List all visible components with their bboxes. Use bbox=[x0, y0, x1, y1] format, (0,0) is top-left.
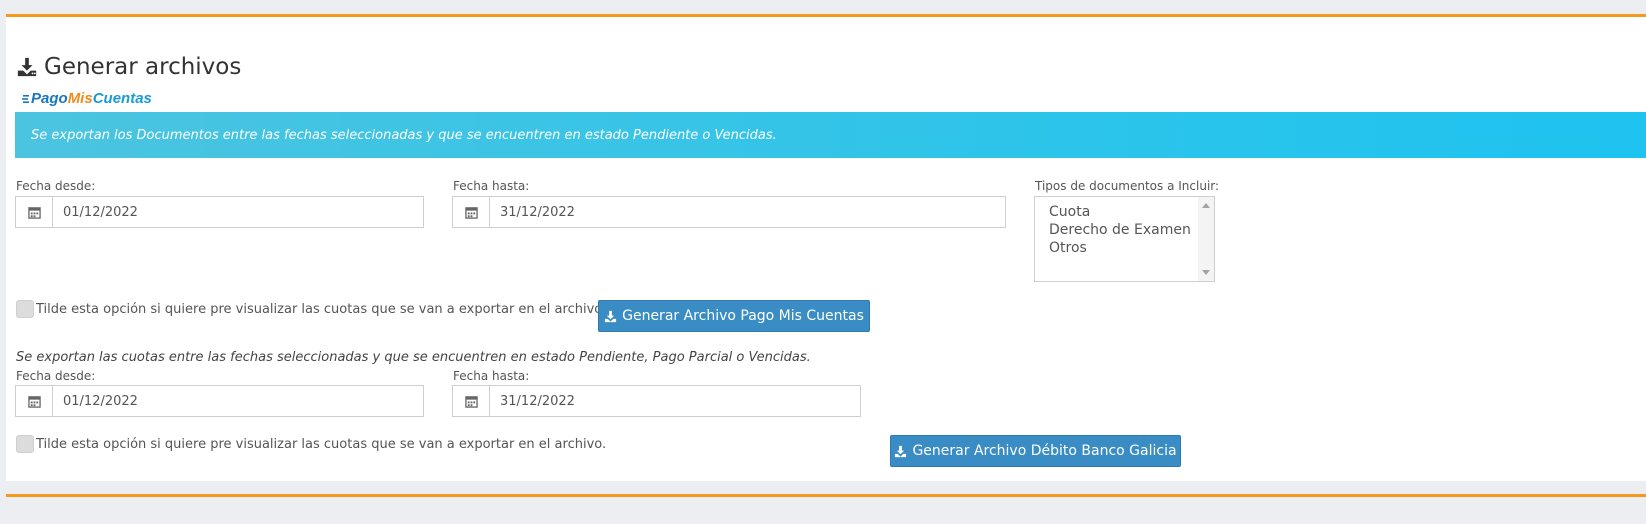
doc-type-option[interactable]: Cuota bbox=[1035, 203, 1191, 221]
download-icon bbox=[17, 57, 37, 77]
calendar-icon[interactable] bbox=[16, 197, 53, 227]
page-title: Generar archivos bbox=[16, 52, 241, 82]
scroll-up-icon[interactable] bbox=[1202, 203, 1210, 208]
pagomiscuentas-logo: PagoMisCuentas bbox=[22, 90, 152, 107]
galicia-info-text: Se exportan las cuotas entre las fechas … bbox=[16, 350, 811, 365]
generate-pmc-button[interactable]: Generar Archivo Pago Mis Cuentas bbox=[598, 300, 870, 332]
pmc-date-from-label: Fecha desde: bbox=[16, 179, 96, 193]
pmc-preview-option[interactable]: Tilde esta opción si quiere pre visualiz… bbox=[16, 300, 606, 318]
listbox-scrollbar[interactable] bbox=[1198, 197, 1214, 281]
generate-pmc-button-label: Generar Archivo Pago Mis Cuentas bbox=[622, 308, 864, 324]
galicia-preview-label: Tilde esta opción si quiere pre visualiz… bbox=[36, 436, 607, 452]
generate-galicia-button[interactable]: Generar Archivo Débito Banco Galicia bbox=[890, 435, 1181, 467]
pmc-info-text: Se exportan los Documentos entre las fec… bbox=[31, 127, 777, 143]
pmc-preview-label: Tilde esta opción si quiere pre visualiz… bbox=[36, 301, 607, 317]
pmc-preview-checkbox[interactable] bbox=[16, 300, 34, 318]
galicia-preview-option[interactable]: Tilde esta opción si quiere pre visualiz… bbox=[16, 435, 606, 453]
galicia-date-from-label: Fecha desde: bbox=[16, 369, 96, 383]
calendar-icon[interactable] bbox=[453, 197, 490, 227]
galicia-date-to-input[interactable]: 31/12/2022 bbox=[490, 386, 860, 416]
doc-type-option[interactable]: Derecho de Examen bbox=[1035, 221, 1191, 239]
logo-text-mis: Mis bbox=[67, 90, 93, 107]
download-icon bbox=[895, 445, 907, 457]
scroll-down-icon[interactable] bbox=[1202, 270, 1210, 275]
doc-type-option[interactable]: Otros bbox=[1035, 239, 1191, 257]
pmc-date-to-field[interactable]: 31/12/2022 bbox=[452, 196, 1006, 228]
pmc-date-to-input[interactable]: 31/12/2022 bbox=[490, 197, 1005, 227]
pmc-date-from-field[interactable]: 01/12/2022 bbox=[15, 196, 424, 228]
logo-text-pago: Pago bbox=[31, 90, 68, 107]
galicia-preview-checkbox[interactable] bbox=[16, 435, 34, 453]
pmc-date-from-input[interactable]: 01/12/2022 bbox=[53, 197, 423, 227]
doc-types-listbox[interactable]: Cuota Derecho de Examen Otros bbox=[1034, 196, 1215, 282]
calendar-icon[interactable] bbox=[453, 386, 490, 416]
doc-types-label: Tipos de documentos a Incluir: bbox=[1035, 179, 1220, 193]
logo-text-cuentas: Cuentas bbox=[92, 90, 152, 107]
pmc-date-to-label: Fecha hasta: bbox=[453, 179, 530, 193]
logo-lines-icon bbox=[22, 94, 29, 103]
page-title-text: Generar archivos bbox=[44, 54, 242, 80]
galicia-date-to-label: Fecha hasta: bbox=[453, 369, 530, 383]
galicia-date-from-input[interactable]: 01/12/2022 bbox=[53, 386, 423, 416]
next-panel-border bbox=[6, 494, 1646, 497]
galicia-date-from-field[interactable]: 01/12/2022 bbox=[15, 385, 424, 417]
pmc-info-banner: Se exportan los Documentos entre las fec… bbox=[15, 112, 1646, 158]
calendar-icon[interactable] bbox=[16, 386, 53, 416]
generate-galicia-button-label: Generar Archivo Débito Banco Galicia bbox=[912, 443, 1177, 459]
download-icon bbox=[605, 310, 617, 322]
galicia-date-to-field[interactable]: 31/12/2022 bbox=[452, 385, 861, 417]
